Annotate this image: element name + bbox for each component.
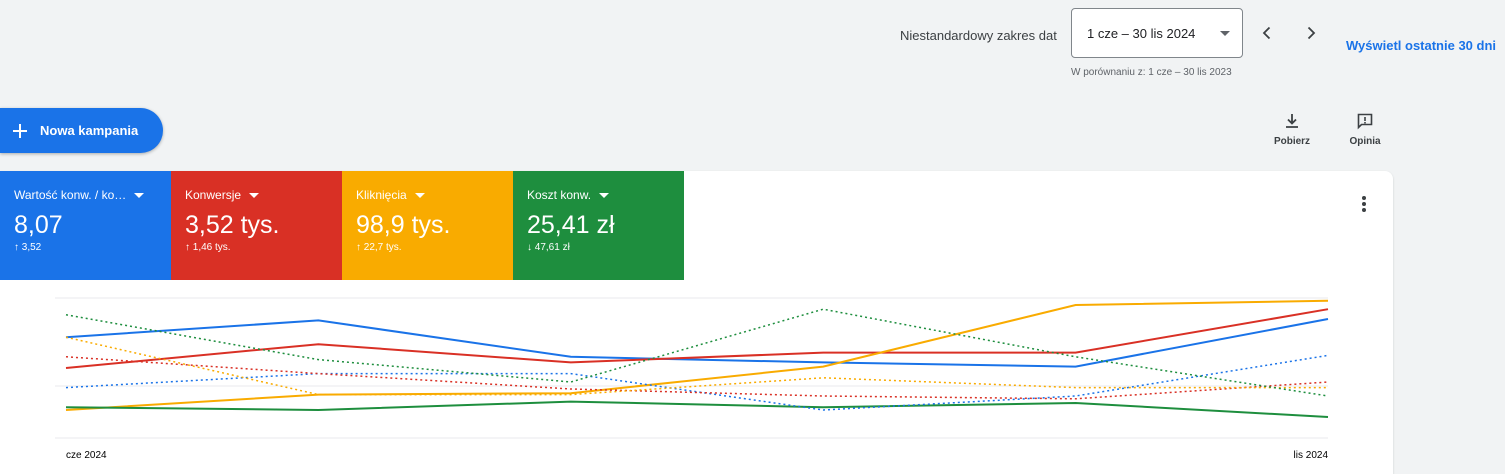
x-tick-label-last: lis 2024: [1294, 450, 1329, 461]
date-range-select[interactable]: 1 cze – 30 lis 2024: [1071, 8, 1243, 58]
more-vert-icon: [1362, 196, 1366, 212]
dropdown-caret-icon: [249, 192, 260, 198]
comparison-period-text: W porównaniu z: 1 cze – 30 lis 2023: [1071, 67, 1232, 78]
scorecard-conversions[interactable]: Konwersje 3,52 tys. ↑ 1,46 tys.: [171, 171, 342, 280]
download-button[interactable]: Pobierz: [1264, 112, 1320, 147]
download-icon: [1286, 114, 1298, 128]
scorecard-change: ↑ 1,46 tys.: [185, 242, 231, 253]
chevron-right-icon: [1307, 26, 1316, 40]
date-range-value: 1 cze – 30 lis 2024: [1087, 25, 1196, 41]
x-tick-label-first: cze 2024: [66, 450, 107, 461]
comparison-series-line-5: [65, 356, 1329, 400]
dropdown-caret-icon: [1220, 30, 1230, 36]
comparison-series-line-4: [65, 354, 1329, 411]
scorecard-value: 25,41 zł: [527, 211, 615, 239]
scorecard-change: ↑ 22,7 tys.: [356, 242, 402, 253]
chevron-left-icon: [1262, 26, 1271, 40]
scorecard-change: ↑ 3,52: [14, 242, 42, 253]
scorecard-label: Wartość konw. / ko…: [14, 188, 127, 202]
scorecard-clicks[interactable]: Kliknięcia 98,9 tys. ↑ 22,7 tys.: [342, 171, 513, 280]
scorecard-label: Kliknięcia: [356, 188, 407, 202]
performance-line-chart: cze 2024 lis 2024: [55, 297, 1329, 461]
more-options-button[interactable]: [1352, 192, 1376, 216]
next-period-button[interactable]: [1296, 18, 1326, 48]
download-label: Pobierz: [1273, 136, 1311, 147]
scorecard-label: Koszt konw.: [527, 188, 592, 202]
feedback-label: Opinia: [1349, 136, 1381, 147]
dropdown-caret-icon: [599, 192, 610, 198]
series-line-3: [65, 400, 1329, 418]
scorecard-row: Wartość konw. / ko… 8,07 ↑ 3,52 Konwersj…: [0, 171, 684, 280]
view-last-30-days-link[interactable]: Wyświetl ostatnie 30 dni: [1346, 38, 1496, 53]
scorecard-label: Konwersje: [185, 188, 242, 202]
scorecard-conv-value-per-cost[interactable]: Wartość konw. / ko… 8,07 ↑ 3,52: [0, 171, 171, 280]
chart-grid: [55, 297, 1328, 439]
scorecard-value: 8,07: [14, 211, 63, 239]
scorecard-value: 98,9 tys.: [356, 211, 451, 239]
plus-icon: [13, 123, 27, 138]
chart-series: [65, 299, 1329, 418]
scorecard-cost-per-conv[interactable]: Koszt konw. 25,41 zł ↓ 47,61 zł: [513, 171, 684, 280]
dropdown-caret-icon: [134, 192, 145, 198]
dropdown-caret-icon: [414, 192, 425, 198]
comparison-series-line-7: [65, 308, 1329, 397]
scorecard-change: ↓ 47,61 zł: [527, 242, 570, 253]
feedback-button[interactable]: Opinia: [1337, 112, 1393, 147]
new-campaign-label: Nowa kampania: [40, 123, 139, 138]
date-range-label: Niestandardowy zakres dat: [900, 28, 1057, 43]
new-campaign-button[interactable]: Nowa kampania: [0, 108, 163, 153]
series-line-0: [65, 318, 1329, 368]
previous-period-button[interactable]: [1252, 18, 1282, 48]
feedback-icon: [1357, 113, 1373, 130]
scorecard-value: 3,52 tys.: [185, 211, 280, 239]
